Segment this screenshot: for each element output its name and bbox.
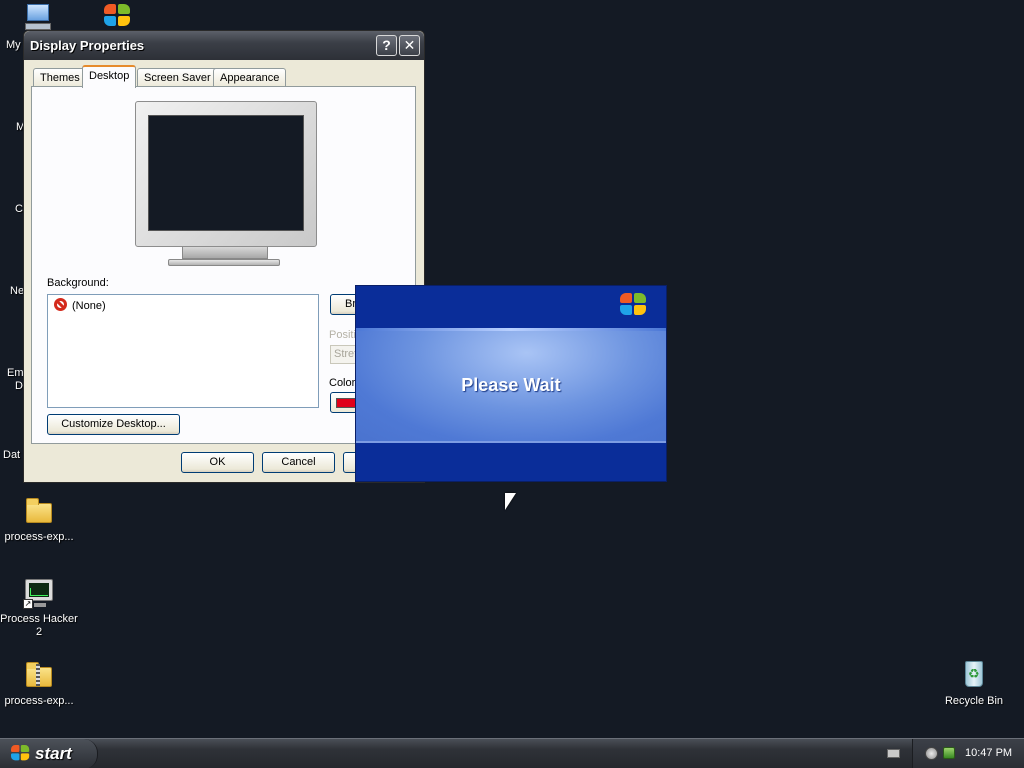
splash-bottom-band <box>356 443 666 481</box>
folder-icon <box>23 495 55 527</box>
monitor-base <box>168 259 280 266</box>
desktop-icon-process-hacker[interactable]: ↗ Process Hacker 2 <box>0 577 78 639</box>
background-label: Background: <box>47 277 109 289</box>
close-button[interactable]: ✕ <box>399 35 420 56</box>
tab-screen-saver[interactable]: Screen Saver <box>137 68 218 87</box>
windows-logo-icon <box>11 745 31 762</box>
clock[interactable]: 10:47 PM <box>965 747 1012 759</box>
window-title: Display Properties <box>30 38 145 53</box>
taskbar: start 10:47 PM <box>0 738 1024 768</box>
color-label: Color: <box>329 377 359 389</box>
cancel-button[interactable]: Cancel <box>262 452 335 473</box>
keyboard-icon[interactable] <box>887 749 900 758</box>
desktop-label-partial: Ne <box>10 285 25 297</box>
no-entry-icon <box>54 298 67 311</box>
desktop-icon-process-explorer-zip[interactable]: process-exp... <box>0 659 78 708</box>
monitor-preview <box>135 101 317 247</box>
recycle-bin-icon <box>958 659 990 691</box>
system-tray: 10:47 PM <box>912 739 1024 768</box>
help-button[interactable]: ? <box>376 35 397 56</box>
customize-desktop-button[interactable]: Customize Desktop... <box>47 414 180 435</box>
ok-button[interactable]: OK <box>181 452 254 473</box>
desktop-icon-label: process-exp... <box>4 695 74 707</box>
network-tray-icon[interactable] <box>925 747 938 760</box>
list-item[interactable]: (None) <box>54 298 106 314</box>
start-button[interactable]: start <box>0 739 98 768</box>
background-list[interactable]: (None) <box>47 294 319 408</box>
start-label: start <box>35 744 72 763</box>
please-wait-splash: Please Wait <box>355 285 667 482</box>
tab-desktop[interactable]: Desktop <box>82 65 137 88</box>
process-tray-icon[interactable] <box>943 747 955 759</box>
desktop-icon-process-explorer-folder[interactable]: process-exp... <box>0 495 78 544</box>
please-wait-message: Please Wait <box>461 375 561 395</box>
mouse-pointer-icon <box>505 493 516 510</box>
list-item-label: (None) <box>72 300 106 312</box>
desktop-label-partial: D <box>15 380 23 392</box>
desktop-icon-recycle-bin[interactable]: Recycle Bin <box>935 659 1013 708</box>
tab-themes[interactable]: Themes <box>33 68 87 87</box>
preview-screen <box>148 115 304 231</box>
tab-appearance[interactable]: Appearance <box>213 68 287 87</box>
monitor-stand <box>182 247 268 259</box>
desktop-label-partial: Dat <box>3 449 21 461</box>
desktop-label-partial: C <box>15 203 23 215</box>
windows-logo-icon <box>620 293 648 317</box>
desktop-icon-label: Recycle Bin <box>944 695 1004 707</box>
desktop-icon-label: Process Hacker 2 <box>0 613 78 638</box>
title-bar[interactable]: Display Properties ? ✕ <box>24 31 424 60</box>
desktop-label-partial: My <box>6 39 21 51</box>
process-hacker-icon: ↗ <box>23 577 55 609</box>
desktop-label-partial: Em <box>7 367 24 379</box>
zip-folder-icon <box>23 659 55 691</box>
desktop-icon-label: process-exp... <box>4 531 74 543</box>
